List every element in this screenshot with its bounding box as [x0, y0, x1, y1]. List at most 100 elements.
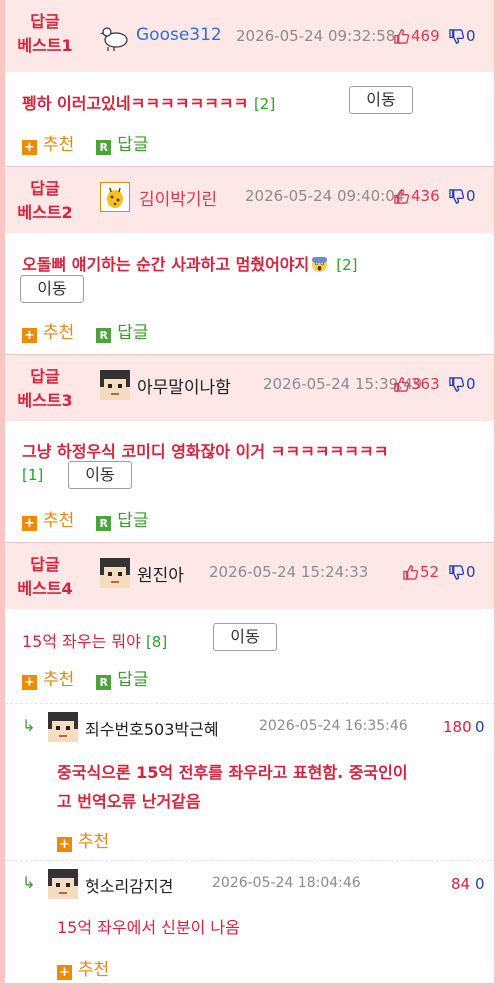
downvote-count: 0: [466, 375, 476, 393]
recommend-label: 추천: [78, 960, 110, 980]
reply-icon: R: [96, 516, 112, 531]
plus-icon: +: [57, 965, 72, 980]
plus-icon: +: [22, 516, 37, 531]
username[interactable]: 김이박기린: [139, 185, 217, 210]
best-label: 답글: [30, 12, 60, 31]
username[interactable]: Goose312: [136, 25, 222, 45]
best-label: 답글: [30, 555, 60, 574]
comment-content: 펭하 이러고있네ㅋㅋㅋㅋㅋㅋㅋㅋ: [22, 94, 249, 113]
scream-emoji-icon: [311, 256, 328, 277]
thumbs-up-icon: [394, 189, 410, 204]
reply-button[interactable]: R 답글: [96, 511, 149, 531]
best-rank: 베스트3: [17, 391, 73, 410]
comment-content: 오돌뼈 얘기하는 순간 사과하고 멈췄어야지: [22, 255, 310, 274]
downvote-button[interactable]: 0: [449, 187, 476, 205]
downvote-button[interactable]: 0: [449, 563, 476, 581]
best-label: 답글: [30, 367, 60, 386]
downvote-button[interactable]: 0: [449, 27, 476, 45]
upvote-button[interactable]: 469: [394, 27, 440, 45]
thumbs-down-icon: [449, 565, 465, 580]
upvote-count: 52: [420, 563, 440, 581]
comment-content: 15억 좌우는 뭐야: [22, 632, 141, 651]
move-button[interactable]: 이동: [68, 461, 132, 489]
recommend-label: 추천: [43, 511, 75, 531]
pixel-face-avatar-icon: [48, 712, 78, 742]
comment-actions: + 추천 R 답글: [22, 665, 149, 690]
username[interactable]: 아무말이나함: [137, 373, 231, 398]
reply-text-line: 고 번역오류 난거같음: [57, 792, 201, 811]
comment-date: 2026-05-24 09:32:58: [236, 27, 396, 45]
goose-avatar-icon: [100, 22, 130, 52]
plus-icon: +: [57, 837, 72, 852]
reply-label: 답글: [117, 323, 149, 343]
reply-button[interactable]: R 답글: [96, 135, 149, 155]
recommend-label: 추천: [43, 135, 75, 155]
best-badge: 답글베스트4: [13, 553, 77, 601]
downvote-count[interactable]: 0: [475, 875, 485, 893]
reply-icon: R: [96, 140, 112, 155]
comment-date: 2026-05-24 18:04:46: [212, 875, 361, 891]
thumbs-up-icon: [403, 565, 419, 580]
reply-button[interactable]: R 답글: [96, 323, 149, 343]
reply-label: 답글: [117, 670, 149, 690]
plus-icon: +: [22, 140, 37, 155]
username[interactable]: 헛소리감지견: [85, 873, 173, 897]
reply-count: [8]: [145, 633, 168, 651]
reply-text: 중국식으론 15억 전후를 좌우라고 표현함. 중국인이고 번역오류 난거같음: [57, 758, 408, 816]
best-rank: 베스트2: [17, 203, 73, 222]
reply-comment-1: ↳ 죄수번호503박근혜 2026-05-24 16:35:46 180 0 중…: [5, 703, 494, 860]
pixel-face-avatar-icon: [100, 558, 130, 588]
comment-body: 15억 좌우는 뭐야 [8] 이동 + 추천 R 답글: [5, 609, 494, 703]
recommend-button[interactable]: + 추천: [22, 670, 74, 690]
best-comment-4: 답글 베스트4 원진아 2026-05-24 15:24:33 52 0 15억 …: [5, 543, 494, 703]
thumbs-down-icon: [449, 377, 465, 392]
move-button[interactable]: 이동: [20, 275, 84, 303]
reply-arrow-icon: ↳: [22, 716, 36, 735]
upvote-button[interactable]: 436: [394, 187, 440, 205]
reply-comment-2: ↳ 헛소리감지견 2026-05-24 18:04:46 84 0 15억 좌우…: [5, 860, 494, 983]
comment-header: 답글베스트4 원진아 2026-05-24 15:24:33 52 0: [5, 543, 494, 609]
best-rank: 베스트4: [17, 579, 73, 598]
comment-actions: + 추천 R 답글: [22, 130, 149, 155]
reply-text: 15억 좌우에서 신분이 나옴: [57, 918, 240, 937]
best-comment-2: 답글 베스트2 김이박기린 2026-05-24 09:40:04 436 0 오…: [5, 167, 494, 355]
move-button[interactable]: 이동: [349, 86, 413, 114]
recommend-button[interactable]: + 추천: [22, 511, 74, 531]
comment-header: 답글 베스트1 Goose312 2026-05-24 09:32:58 469 …: [5, 0, 494, 72]
thumbs-down-icon: [449, 189, 465, 204]
comment-text: 오돌뼈 얘기하는 순간 사과하고 멈췄어야지 [2]: [22, 251, 358, 277]
comment-body: 오돌뼈 얘기하는 순간 사과하고 멈췄어야지 [2] 이동 + 추천 R 답글: [5, 233, 494, 353]
recommend-button[interactable]: + 추천: [22, 135, 74, 155]
comment-date: 2026-05-24 09:40:04: [245, 187, 405, 205]
reply-text-line: 중국식으론 15억 전후를 좌우라고 표현함. 중국인이: [57, 763, 408, 782]
comment-text: 그냥 하정우식 코미디 영화잖아 이거 ㅋㅋㅋㅋㅋㅋㅋㅋ: [22, 442, 389, 461]
best-rank: 베스트1: [17, 36, 73, 55]
move-button[interactable]: 이동: [213, 623, 277, 651]
comment-date: 2026-05-24 16:35:46: [259, 718, 408, 734]
thumbs-down-icon: [449, 29, 465, 44]
reply-label: 답글: [117, 511, 149, 531]
username[interactable]: 죄수번호503박근혜: [85, 716, 219, 740]
recommend-button[interactable]: + 추천: [22, 323, 74, 343]
downvote-count[interactable]: 0: [475, 718, 485, 736]
upvote-button[interactable]: 363: [394, 375, 440, 393]
recommend-button[interactable]: + 추천: [57, 955, 109, 980]
plus-icon: +: [22, 675, 37, 690]
downvote-count: 0: [466, 27, 476, 45]
pixel-face-avatar-icon: [100, 370, 130, 400]
upvote-button[interactable]: 52: [403, 563, 439, 581]
upvote-count[interactable]: 84: [451, 875, 470, 893]
best-comment-3: 답글 베스트3 아무말이나함 2026-05-24 15:39:49 363 0 …: [5, 355, 494, 543]
comment-body: 펭하 이러고있네ㅋㅋㅋㅋㅋㅋㅋㅋ [2] 이동 + 추천 R 답글: [5, 72, 494, 165]
username[interactable]: 원진아: [137, 561, 184, 586]
comment-date: 2026-05-24 15:24:33: [209, 563, 369, 581]
recommend-label: 추천: [78, 832, 110, 852]
reply-button[interactable]: R 답글: [96, 670, 149, 690]
reply-count: [2]: [253, 95, 276, 113]
upvote-count[interactable]: 180: [443, 718, 472, 736]
downvote-button[interactable]: 0: [449, 375, 476, 393]
best-badge: 답글베스트3: [13, 365, 77, 413]
reply-label: 답글: [117, 135, 149, 155]
recommend-button[interactable]: + 추천: [57, 827, 109, 852]
best-badge: 답글 베스트2: [13, 177, 77, 225]
